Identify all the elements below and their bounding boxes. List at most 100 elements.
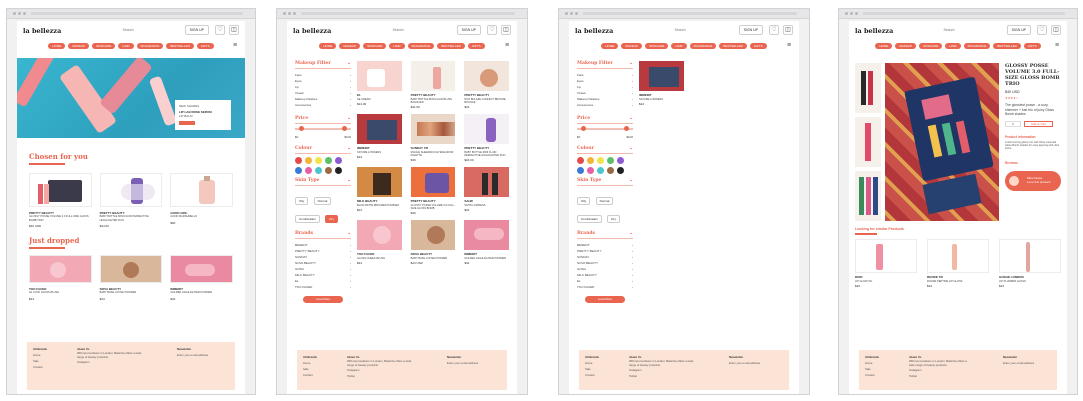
product-image[interactable] <box>357 61 402 91</box>
product-main-image[interactable] <box>885 63 999 221</box>
footer-link[interactable]: Contact <box>33 364 47 370</box>
menu-icon[interactable]: ≡ <box>787 42 795 50</box>
newsletter-input[interactable]: Enter your email address <box>447 360 478 366</box>
colour-swatch[interactable] <box>295 157 302 164</box>
filter-heading[interactable]: Makeup Filter ⌄ <box>577 61 633 66</box>
footer-link[interactable]: Contact <box>303 372 317 378</box>
nav-pill[interactable]: BESTSELLER <box>437 43 465 49</box>
reviews-title[interactable]: Reviews <box>1005 161 1061 165</box>
brand-item[interactable]: TOO FACED › <box>577 284 633 290</box>
product-card[interactable]: PRETTY BEAUTY BABY BOTTLE MINI FLUID BLUS… <box>410 61 456 109</box>
product-image[interactable] <box>99 173 163 207</box>
nav-pill[interactable]: SKINCARE <box>645 43 669 49</box>
nav-pill[interactable]: GIFTS <box>1023 43 1041 49</box>
nav-pill[interactable]: MAKEUP <box>621 43 643 49</box>
colour-swatch[interactable] <box>597 167 604 174</box>
product-image[interactable] <box>410 167 456 198</box>
logo[interactable]: la bellezza <box>23 27 61 35</box>
product-card[interactable]: IMMERIT GOLDEN HIGHLIGHTER POWDER $32 <box>464 220 509 265</box>
search-input[interactable]: Search <box>353 26 443 35</box>
thumbnail[interactable] <box>855 171 881 221</box>
product-image[interactable] <box>464 114 509 145</box>
nav-pill[interactable]: HAIR <box>671 43 687 49</box>
colour-swatch[interactable] <box>617 167 624 174</box>
colour-swatch[interactable] <box>315 157 322 164</box>
nav-pill[interactable]: FRAGRANCE <box>407 43 435 49</box>
product-card[interactable]: RHODE 7/8 RHODE PEPTIDE LIP GLOSS $24 <box>927 239 989 288</box>
search-input[interactable]: Search <box>83 26 173 35</box>
filter-heading[interactable]: Skin Type ⌄ <box>577 178 633 183</box>
address-bar[interactable] <box>863 12 1065 15</box>
filter-item[interactable]: Accessories › <box>577 102 633 108</box>
skin-tag[interactable]: Combination <box>295 215 320 223</box>
thumbnail[interactable] <box>855 117 881 167</box>
skin-tag[interactable]: Normal <box>595 197 614 205</box>
colour-swatch[interactable] <box>305 167 312 174</box>
nav-pill[interactable]: HOME <box>875 43 893 49</box>
colour-swatch[interactable] <box>587 157 594 164</box>
skin-tag[interactable]: Dry <box>325 215 338 223</box>
footer-link[interactable]: Instagram <box>77 359 147 365</box>
skin-tag[interactable]: Normal <box>313 197 332 205</box>
bag-icon[interactable]: ◫ <box>783 25 793 35</box>
product-card[interactable]: PRETTY BEAUTY BABY BOTTLE MINI FLUID PER… <box>99 173 163 228</box>
logo[interactable]: la bellezza <box>855 27 893 35</box>
nav-pill[interactable]: SKINCARE <box>363 43 387 49</box>
bag-icon[interactable]: ◫ <box>1051 25 1061 35</box>
newsletter-input[interactable]: Enter your email address <box>177 352 208 358</box>
bag-icon[interactable]: ◫ <box>229 25 239 35</box>
footer-link[interactable]: Twitter <box>347 373 417 379</box>
nav-pill[interactable]: BESTSELLER <box>993 43 1021 49</box>
bag-icon[interactable]: ◫ <box>501 25 511 35</box>
address-bar[interactable] <box>583 12 797 15</box>
heart-icon[interactable]: ♡ <box>1037 25 1047 35</box>
colour-swatch[interactable] <box>597 157 604 164</box>
footer-link[interactable]: Contact <box>865 372 879 378</box>
filter-heading[interactable]: Brands ⌄ <box>577 231 633 236</box>
product-image[interactable] <box>410 220 456 251</box>
nav-pill[interactable]: HOME <box>48 43 66 49</box>
brand-item[interactable]: TOO FACED › <box>295 284 351 290</box>
search-input[interactable]: Search <box>635 26 725 35</box>
nav-pill[interactable]: HOME <box>601 43 619 49</box>
product-image[interactable] <box>357 114 402 145</box>
product-image[interactable] <box>464 220 509 251</box>
product-card[interactable]: SAHR SATIN LOWNESS $24 <box>464 167 509 215</box>
nav-pill[interactable]: GIFTS <box>196 43 214 49</box>
filter-heading[interactable]: Colour ⌄ <box>295 146 351 151</box>
product-card[interactable]: PRETTY BEAUTY GLOSSY POSSE VOLUME 3.0 FUL… <box>410 167 456 215</box>
product-image[interactable] <box>464 167 509 198</box>
product-card[interactable]: IMMERIT GOLDEN HIGHLIGHTER POWDER $32 <box>170 255 234 301</box>
footer-link[interactable]: Contact <box>585 372 599 378</box>
product-card[interactable]: PRETTY BEAUTY GLOSSY POSSE VOLUME 3.0 FU… <box>29 173 92 228</box>
product-card[interactable]: SUNDAY 7/8 MACHE SHEENDOO EYESHADOW PALET… <box>410 114 456 162</box>
hero-card[interactable]: NEW SHADES LIP LAB ROSE SERUM LIP BALM <box>175 100 231 130</box>
add-to-cart-button[interactable]: Add to Cart <box>1024 120 1054 127</box>
newsletter-input[interactable]: Enter your email address <box>1003 360 1034 366</box>
product-image[interactable] <box>927 239 989 273</box>
colour-swatch[interactable] <box>325 167 332 174</box>
product-card[interactable]: EL SE CREAM $24.00 <box>357 61 402 109</box>
newsletter-input[interactable]: Enter your email address <box>729 360 760 366</box>
product-image[interactable] <box>99 255 163 283</box>
product-image[interactable] <box>999 239 1061 273</box>
signin-button[interactable]: SIGN UP <box>1006 25 1031 35</box>
product-card[interactable]: PRETTY BEAUTY DUO BULAZE CONFECT BRONZE B… <box>464 61 509 109</box>
product-card[interactable]: TOO FACED GLOSS CHEEK BLUSH $24 <box>357 220 402 265</box>
product-image[interactable] <box>639 61 684 91</box>
signin-button[interactable]: SIGN UP <box>738 25 763 35</box>
heart-icon[interactable]: ♡ <box>487 25 497 35</box>
rating-stars[interactable]: ★★★★☆ <box>1005 96 1061 100</box>
nav-pill[interactable]: FRAGRANCE <box>136 43 164 49</box>
filter-heading[interactable]: Brands ⌄ <box>295 231 351 236</box>
signin-button[interactable]: SIGN UP <box>456 25 481 35</box>
product-image[interactable] <box>410 114 456 145</box>
product-image[interactable] <box>29 173 92 207</box>
heart-icon[interactable]: ♡ <box>769 25 779 35</box>
product-info-title[interactable]: Product Information <box>1005 135 1061 139</box>
search-input[interactable]: Search <box>909 26 989 35</box>
review-card[interactable]: Mira Kassa Love this product! <box>1005 170 1061 191</box>
nav-pill[interactable]: BESTSELLER <box>166 43 194 49</box>
filter-heading[interactable]: Price ⌄ <box>577 116 633 121</box>
logo[interactable]: la bellezza <box>575 27 613 35</box>
